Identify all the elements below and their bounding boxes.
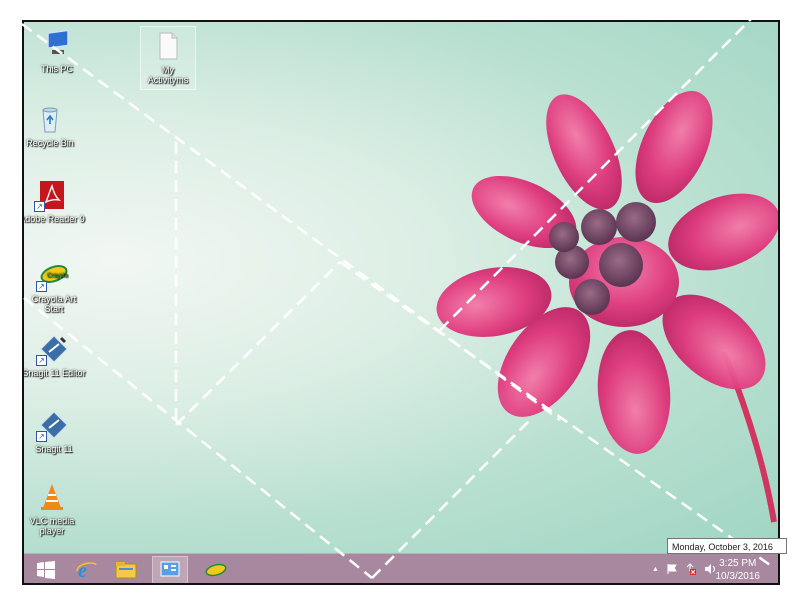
internet-explorer-icon: e <box>76 560 97 581</box>
desktop-icon-crayola[interactable]: Crayola ↗ Crayola Art Start <box>24 260 87 314</box>
clock-time: 3:25 PM <box>719 558 757 569</box>
desktop-icon-this-pc[interactable]: This PC <box>24 30 90 74</box>
taskbar-control-panel[interactable] <box>152 556 188 583</box>
taskbar: e ▲ 3:25 PM 10/3/2016 <box>24 553 778 583</box>
desktop-icon-label: Crayola Art Start <box>31 294 77 314</box>
start-button[interactable] <box>28 556 64 583</box>
desktop-icon-snagit-editor[interactable]: ↗ Snagit 11 Editor <box>24 334 87 378</box>
screen: This PC My Activityms Recycle Bin ↗ Adob… <box>22 20 780 585</box>
wallpaper-flower <box>436 90 778 523</box>
start-icon <box>37 561 55 579</box>
desktop-icon-snagit[interactable]: ↗ Snagit 11 <box>24 410 87 454</box>
desktop[interactable]: This PC My Activityms Recycle Bin ↗ Adob… <box>24 22 778 553</box>
taskbar-crayola[interactable] <box>198 556 234 583</box>
desktop-icon-label: VLC media player <box>29 516 75 536</box>
action-center-flag-icon[interactable] <box>666 563 678 575</box>
date-tooltip: Monday, October 3, 2016 <box>667 538 787 554</box>
taskbar-clock[interactable]: 3:25 PM 10/3/2016 <box>716 557 761 583</box>
desktop-icon-label: My Activityms <box>147 65 189 85</box>
recycle-bin-icon <box>35 104 65 134</box>
svg-text:Crayola: Crayola <box>47 273 68 279</box>
desktop-icon-label: Snagit 11 <box>35 444 73 454</box>
crayola-taskbar-icon <box>205 563 227 577</box>
desktop-icon-label: This PC <box>40 64 73 74</box>
control-panel-icon <box>160 561 180 577</box>
clock-date: 10/3/2016 <box>715 571 761 582</box>
snagit-icon: ↗ <box>36 410 69 442</box>
document-icon <box>153 31 183 61</box>
desktop-icon-label: Adobe Reader 9 <box>24 214 85 224</box>
desktop-icon-recycle-bin[interactable]: Recycle Bin <box>24 104 83 148</box>
taskbar-file-explorer[interactable] <box>108 556 144 583</box>
crayola-icon: Crayola ↗ <box>36 260 69 292</box>
taskbar-internet-explorer[interactable]: e <box>68 556 104 583</box>
file-explorer-icon <box>115 562 137 579</box>
desktop-icon-adobe-reader[interactable]: ↗ Adobe Reader 9 <box>24 180 85 224</box>
computer-icon <box>42 30 72 60</box>
shortcut-arrow-icon: ↗ <box>36 431 47 442</box>
shortcut-arrow-icon: ↗ <box>36 281 47 292</box>
desktop-icon-vlc[interactable]: VLC media player <box>24 482 85 536</box>
desktop-icon-label: Recycle Bin <box>26 138 74 148</box>
show-hidden-icons-button[interactable]: ▲ <box>652 566 659 573</box>
adobe-reader-icon: ↗ <box>34 180 67 212</box>
volume-icon[interactable] <box>704 563 716 575</box>
shortcut-arrow-icon: ↗ <box>34 201 45 212</box>
snagit-editor-icon: ↗ <box>36 334 69 366</box>
network-icon[interactable] <box>684 563 696 575</box>
desktop-icon-label: Snagit 11 Editor <box>24 368 86 378</box>
vlc-icon <box>37 482 67 512</box>
desktop-icon-my-activityms[interactable]: My Activityms <box>140 26 196 90</box>
shortcut-arrow-icon: ↗ <box>36 355 47 366</box>
